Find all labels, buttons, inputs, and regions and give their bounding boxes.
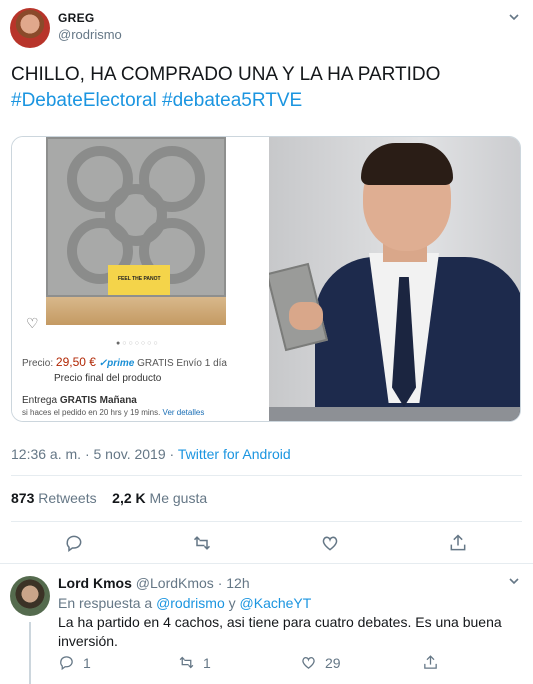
- reply-context: En respuesta a @rodrismo y @KacheYT: [58, 595, 312, 611]
- details-link: Ver detalles: [162, 408, 205, 417]
- shipping-text: GRATIS Envío 1 día: [137, 358, 227, 369]
- heart-icon: [302, 657, 315, 669]
- tweet-media[interactable]: FEEL THE PANOT ♡ ●○○○○○○ Precio: 29,50 €…: [11, 136, 521, 422]
- reply-author-avatar[interactable]: [10, 576, 50, 616]
- tweet-text: CHILLO, HA COMPRADO UNA Y LA HA PARTIDO …: [11, 62, 521, 114]
- final-price-text: Precio final del producto: [54, 373, 162, 384]
- price-value: 29,50 €: [55, 355, 96, 369]
- likes-label[interactable]: Me gusta: [150, 490, 208, 506]
- author-avatar[interactable]: [10, 8, 50, 48]
- thread-line: [29, 622, 31, 684]
- chevron-down-icon[interactable]: [507, 10, 521, 27]
- retweet-icon: [179, 656, 194, 669]
- mention-link[interactable]: @KacheYT: [240, 595, 312, 611]
- debate-photo[interactable]: [269, 137, 520, 421]
- price-label: Precio:: [22, 358, 54, 369]
- wood-base: [46, 297, 226, 325]
- reply-share-button[interactable]: [422, 654, 447, 671]
- share-icon[interactable]: [448, 533, 470, 555]
- retweets-label[interactable]: Retweets: [38, 490, 96, 506]
- share-icon: [424, 655, 437, 669]
- likes-count[interactable]: 2,2 K: [112, 490, 145, 506]
- price-row: Precio: 29,50 € ✓prime GRATIS Envío 1 dí…: [22, 355, 227, 369]
- reply-author-handle[interactable]: @LordKmos: [136, 575, 214, 591]
- reply-like-count: 29: [325, 655, 341, 671]
- prime-badge: ✓prime: [98, 358, 135, 369]
- author-name[interactable]: GREG: [58, 11, 95, 25]
- reply-like-button[interactable]: 29: [300, 654, 341, 671]
- reply-reply-count: 1: [83, 655, 91, 671]
- tweet-time[interactable]: 12:36 a. m.: [11, 446, 81, 462]
- divider: [11, 475, 522, 476]
- reply-icon[interactable]: [64, 533, 86, 555]
- tweet-timestamp: 12:36 a. m. · 5 nov. 2019 · Twitter for …: [11, 446, 291, 462]
- divider: [0, 563, 533, 564]
- mention-link[interactable]: @rodrismo: [156, 595, 225, 611]
- chevron-down-icon[interactable]: [507, 574, 521, 591]
- reply-reply-button[interactable]: 1: [58, 654, 91, 671]
- retweets-count[interactable]: 873: [11, 490, 34, 506]
- reply-author-name[interactable]: Lord Kmos: [58, 575, 132, 591]
- reply-text: La ha partido en 4 cachos, asi tiene par…: [58, 614, 502, 649]
- carousel-dots: ●○○○○○○: [116, 340, 160, 347]
- hashtag-link[interactable]: #debatea5RTVE: [162, 90, 302, 111]
- hashtag-link[interactable]: #DebateElectoral: [11, 90, 157, 111]
- retweet-icon[interactable]: [192, 533, 214, 555]
- product-card: FEEL THE PANOT: [108, 265, 170, 295]
- heart-icon[interactable]: [320, 533, 342, 555]
- reply-age[interactable]: 12h: [226, 575, 249, 591]
- reply-retweet-count: 1: [203, 655, 211, 671]
- heart-icon[interactable]: ♡: [26, 315, 39, 332]
- delivery-text: Entrega GRATIS Mañana: [22, 395, 137, 406]
- product-screenshot-image[interactable]: FEEL THE PANOT ♡ ●○○○○○○ Precio: 29,50 €…: [12, 137, 267, 421]
- reply-icon: [60, 656, 73, 671]
- tweet-date[interactable]: 5 nov. 2019: [94, 446, 166, 462]
- tweet-stats: 873 Retweets 2,2 K Me gusta: [11, 490, 207, 506]
- divider: [11, 521, 522, 522]
- order-note: si haces el pedido en 20 hrs y 19 mins. …: [22, 408, 205, 417]
- reply-retweet-button[interactable]: 1: [178, 654, 211, 671]
- tweet-source-link[interactable]: Twitter for Android: [178, 446, 291, 462]
- tweet-text-line: CHILLO, HA COMPRADO UNA Y LA HA PARTIDO: [11, 64, 441, 85]
- author-handle[interactable]: @rodrismo: [58, 27, 122, 42]
- reply-header: Lord Kmos @LordKmos · 12h: [58, 575, 250, 591]
